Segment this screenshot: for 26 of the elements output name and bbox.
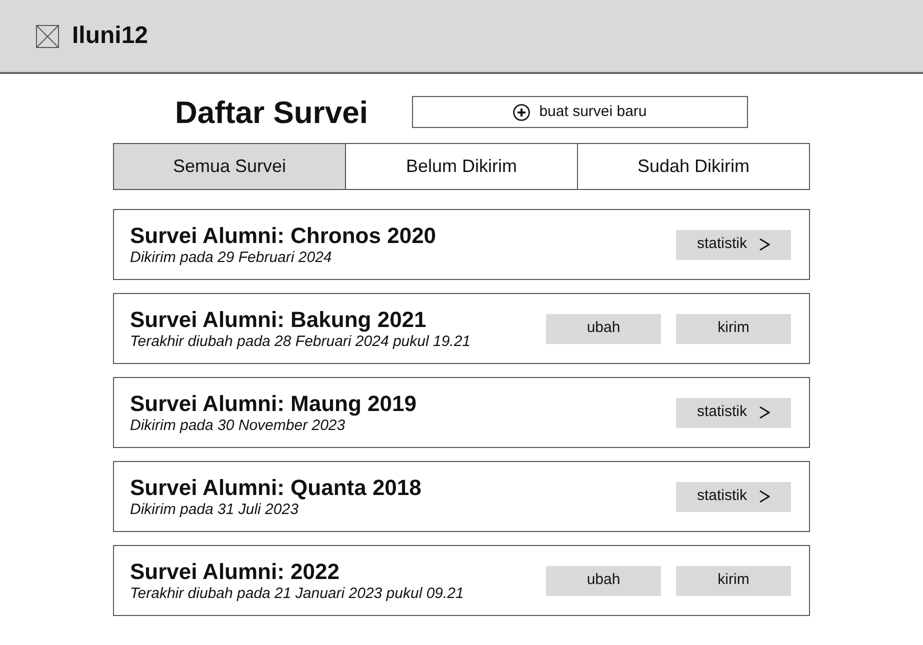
survey-status: Terakhir diubah pada 28 Februari 2024 pukul 19.21: [130, 332, 472, 350]
new-survey-button[interactable]: buat survei baru: [412, 96, 748, 128]
app-name: Iluni12: [72, 21, 148, 51]
edit-button[interactable]: ubah: [546, 566, 661, 596]
statistics-button[interactable]: statistik: [676, 230, 791, 260]
statistics-button[interactable]: statistik: [676, 482, 791, 512]
survey-title: Survei Alumni: 2022: [130, 558, 340, 584]
page-title: Daftar Survei: [175, 96, 368, 128]
plus-circle-icon: [513, 104, 530, 120]
chevron-right-icon: [759, 238, 770, 251]
survey-status: Dikirim pada 30 November 2023: [130, 416, 346, 434]
survey-status: Dikirim pada 31 Juli 2023: [130, 500, 300, 518]
statistics-button[interactable]: statistik: [676, 398, 791, 428]
survey-title: Survei Alumni: Bakung 2021: [130, 306, 428, 332]
survey-title: Survei Alumni: Maung 2019: [130, 390, 418, 416]
survey-title: Survei Alumni: Quanta 2018: [130, 474, 422, 500]
survey-status: Dikirim pada 29 Februari 2024: [130, 248, 333, 266]
edit-button[interactable]: ubah: [546, 314, 661, 344]
send-button[interactable]: kirim: [676, 566, 791, 596]
send-button[interactable]: kirim: [676, 314, 791, 344]
image-placeholder-icon: [36, 24, 59, 48]
chevron-right-icon: [759, 490, 770, 503]
survey-title: Survei Alumni: Chronos 2020: [130, 222, 438, 248]
survey-status: Terakhir diubah pada 21 Januari 2023 pukul 09.21: [130, 584, 465, 602]
tab[interactable]: Semua Survei: [114, 144, 345, 189]
chevron-right-icon: [759, 406, 770, 419]
